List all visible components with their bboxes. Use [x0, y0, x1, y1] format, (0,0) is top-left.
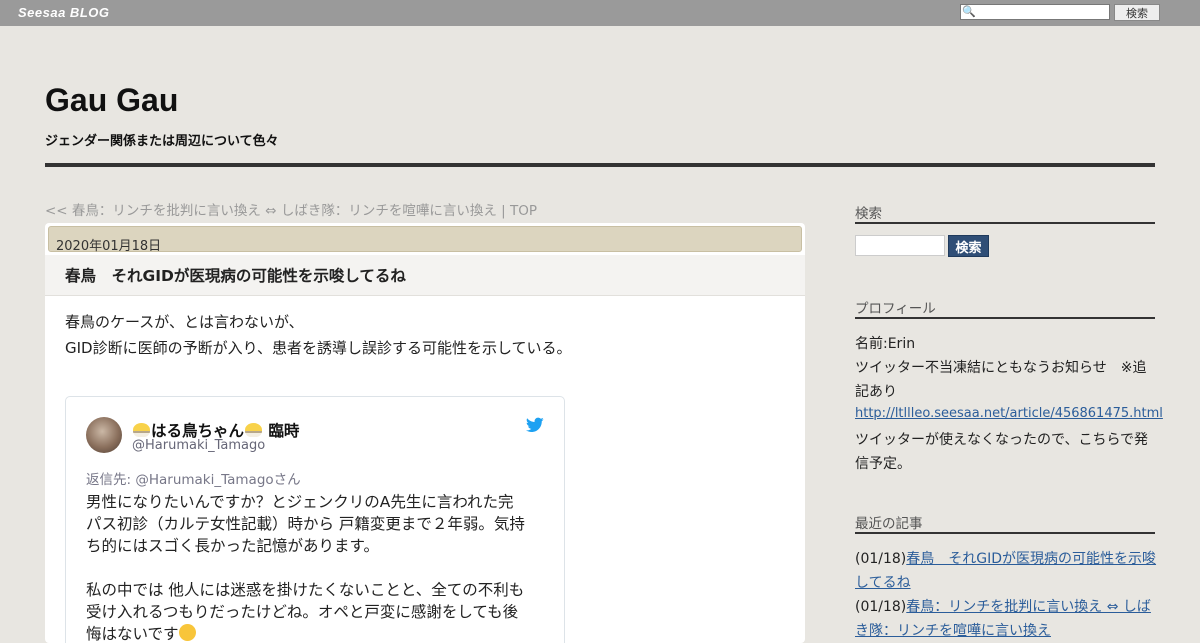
tweet-reply-to[interactable]: 返信先: @Harumaki_Tamagoさん: [86, 468, 301, 488]
nav-separator: |: [501, 203, 506, 219]
post-header: 春鳥 それGIDが医現病の可能性を示唆してるね: [45, 255, 805, 296]
tweet-text-line-last: 悔はないです: [86, 622, 196, 643]
article-navigation: << 春鳥：リンチを批判に言い換え ⇔ しばき隊：リンチを喧嘩に言い換え | T…: [45, 199, 537, 219]
post-date: 2020年01月18日: [48, 226, 802, 254]
sidebar-divider: [855, 317, 1155, 319]
profile-text-line: ツイッターが使えなくなったので、こちらで発: [855, 432, 1149, 448]
tweet-text-line: 男性になりたいんですか？とジェンクリのA先生に言われた完: [86, 493, 514, 511]
sidebar-divider: [855, 532, 1155, 534]
recent-article-link[interactable]: してるね: [855, 575, 911, 591]
seesaa-top-bar: Seesaa BLOG 🔍 検索: [0, 0, 1200, 26]
tweet-author-handle[interactable]: @Harumaki_Tamago: [132, 438, 265, 453]
search-icon: 🔍: [962, 5, 976, 18]
tweet-text-line: 私の中では 他人には迷惑を掛けたくないことと、全ての不利も: [86, 581, 525, 599]
recent-article-link[interactable]: き隊：リンチを喧嘩に言い換え: [855, 623, 1051, 639]
chick-emoji-icon: [133, 423, 150, 437]
sidebar-profile-heading: プロフィール: [855, 301, 936, 317]
top-link[interactable]: TOP: [510, 203, 537, 219]
top-search-button[interactable]: 検索: [1114, 4, 1160, 21]
sidebar-search-heading: 検索: [855, 206, 882, 222]
tweet-text-line: パス初診（カルテ女性記載）時から 戸籍変更まで２年弱。気持: [86, 515, 525, 533]
sidebar-search-input[interactable]: [855, 235, 945, 256]
recent-article-link[interactable]: 春鳥：リンチを批判に言い換え ⇔ しば: [906, 599, 1151, 615]
tweet-author-suffix: 臨時: [268, 422, 300, 440]
profile-text-line: 記あり: [855, 384, 897, 400]
recent-article-link[interactable]: 春鳥 それGIDが医現病の可能性を示唆: [906, 551, 1156, 567]
post-body-line: 春鳥のケースが、とは言わないが、: [65, 313, 304, 331]
seesaa-blog-logo[interactable]: Seesaa BLOG: [18, 5, 110, 20]
recent-article-item: (01/18)春鳥：リンチを批判に言い換え ⇔ しば: [855, 596, 1151, 616]
blog-description: ジェンダー関係または周辺について色々: [45, 134, 279, 149]
tweet-text-line: 悔はないです: [86, 625, 179, 643]
recent-article-item: (01/18)春鳥 それGIDが医現病の可能性を示唆: [855, 548, 1156, 568]
blog-title[interactable]: Gau Gau: [45, 82, 178, 119]
prev-article-link[interactable]: 春鳥：リンチを批判に言い換え ⇔ しばき隊：リンチを喧嘩に言い換え: [72, 203, 497, 219]
profile-text-line: 信予定。: [855, 456, 911, 472]
top-search-box[interactable]: 🔍: [960, 4, 1110, 20]
prev-marker: <<: [45, 203, 68, 219]
smile-emoji-icon: [178, 624, 196, 641]
avatar[interactable]: [86, 417, 122, 453]
recent-article-date: (01/18): [855, 599, 907, 615]
profile-name: 名前:Erin: [855, 336, 916, 352]
article: 2020年01月18日 春鳥 それGIDが医現病の可能性を示唆してるね 春鳥のケ…: [45, 223, 805, 643]
sidebar-search-button[interactable]: 検索: [948, 235, 989, 257]
profile-text-line: ツイッター不当凍結にともなうお知らせ ※追: [855, 360, 1147, 376]
header-divider: [45, 163, 1155, 167]
twitter-bird-icon[interactable]: [526, 417, 544, 433]
recent-article-date: (01/18): [855, 551, 907, 567]
top-search-input[interactable]: [975, 5, 1107, 19]
profile-article-link[interactable]: http://ltllleo.seesaa.net/article/456861…: [855, 406, 1163, 421]
tweet-text-line: 受け入れるつもりだったけどね。オペと戸変に感謝をしても後: [86, 603, 519, 621]
sidebar-recent-heading: 最近の記事: [855, 516, 923, 532]
chick-emoji-icon: [245, 423, 263, 437]
recent-article-item-cont: き隊：リンチを喧嘩に言い換え: [855, 620, 1051, 640]
sidebar-divider: [855, 222, 1155, 224]
post-body-line: GID診断に医師の予断が入り、患者を誘導し誤診する可能性を示している。: [65, 339, 572, 357]
embedded-tweet[interactable]: はる鳥ちゃん 臨時 @Harumaki_Tamago 返信先: @Harumak…: [65, 396, 565, 643]
post-title[interactable]: 春鳥 それGIDが医現病の可能性を示唆してるね: [65, 264, 406, 286]
tweet-text-line: ち的にはスゴく長かった記憶があります。: [86, 537, 379, 555]
recent-article-item-cont: してるね: [855, 572, 911, 592]
